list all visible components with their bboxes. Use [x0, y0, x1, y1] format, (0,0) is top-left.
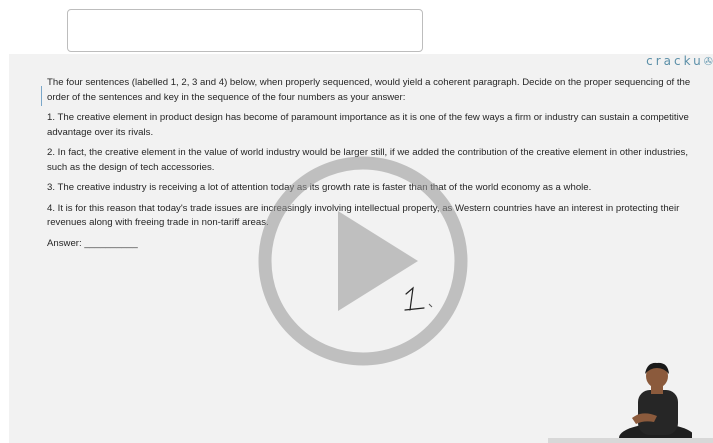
progress-strip [548, 438, 713, 443]
play-icon[interactable] [258, 156, 468, 366]
text-cursor [41, 86, 42, 106]
sentence-1: 1. The creative element in product desig… [47, 112, 689, 138]
cracku-logo-mark-icon: ✇ [703, 55, 713, 68]
question-instructions: The four sentences (labelled 1, 2, 3 and… [47, 77, 691, 103]
cracku-logo: cracku✇ [646, 54, 713, 68]
instructor-video-thumbnail [619, 362, 692, 443]
video-title-box [67, 9, 423, 52]
